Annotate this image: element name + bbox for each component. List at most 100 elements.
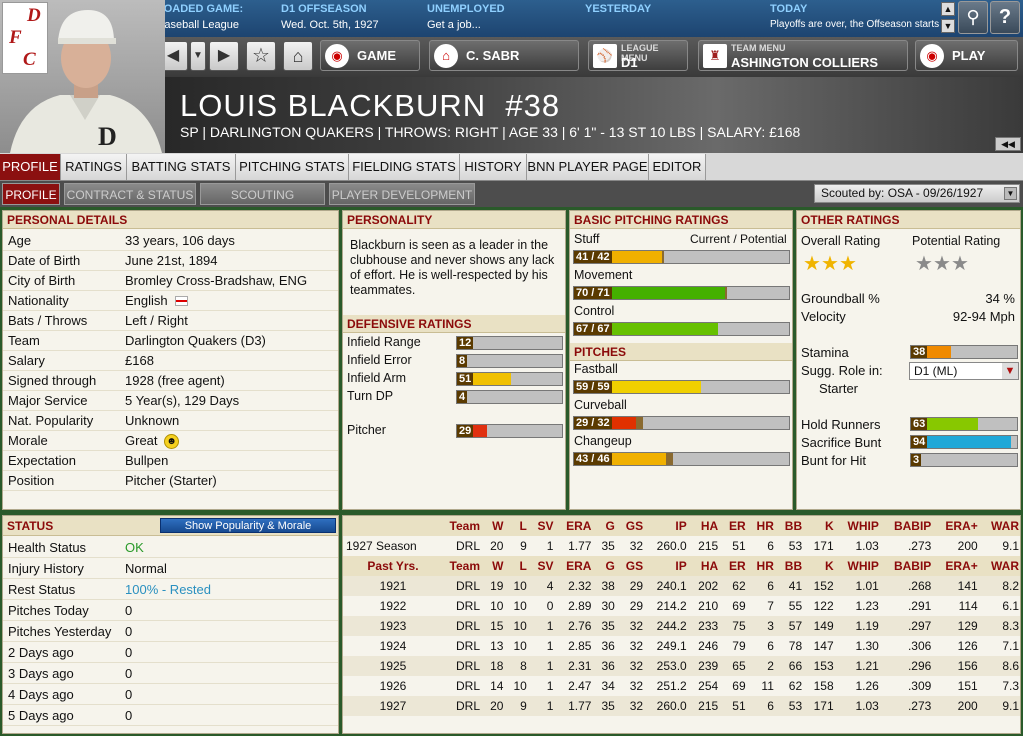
- stats-column-header[interactable]: SV: [530, 516, 557, 536]
- stats-column-header[interactable]: ER: [721, 516, 748, 536]
- detail-label: Salary: [8, 353, 45, 368]
- status-label: 5 Days ago: [8, 708, 74, 723]
- stats-cell: 20: [490, 699, 504, 713]
- stats-column-header[interactable]: WAR: [981, 516, 1020, 536]
- subtab-scouting-reports[interactable]: SCOUTING REPORTS: [200, 183, 325, 224]
- stats-column-header[interactable]: WHIP: [837, 516, 882, 536]
- defensive-rating-label: Infield Arm: [347, 371, 407, 385]
- stats-column-header[interactable]: WHIP: [837, 556, 882, 576]
- stats-cell: 32: [629, 639, 644, 653]
- stats-column-header[interactable]: IP: [646, 556, 690, 576]
- tab-history[interactable]: HISTORY: [460, 154, 527, 180]
- status-row: Pitches Yesterday 0: [3, 621, 338, 642]
- job-cell[interactable]: UNEMPLOYED Get a job...: [427, 0, 577, 37]
- tab-profile[interactable]: PROFILE: [0, 154, 61, 180]
- season-label: D1 OFFSEASON: [281, 3, 367, 15]
- stats-cell: 6: [767, 579, 774, 593]
- game-menu-button[interactable]: ◉ GAME: [320, 40, 420, 71]
- stats-column-header[interactable]: ERA+: [934, 516, 980, 536]
- stats-column-header[interactable]: W: [483, 556, 506, 576]
- status-row: 2 Days ago 0: [3, 642, 338, 663]
- tab-ratings[interactable]: RATINGS: [61, 154, 127, 180]
- stats-column-header[interactable]: Team: [443, 516, 483, 536]
- stats-column-header[interactable]: WAR: [981, 556, 1020, 576]
- stats-cell: 126: [957, 639, 978, 653]
- home-icon[interactable]: ⌂: [283, 41, 313, 71]
- stats-column-header[interactable]: GS: [618, 556, 646, 576]
- stats-column-header[interactable]: ER: [721, 556, 748, 576]
- hold-runners-label: Hold Runners: [801, 417, 881, 432]
- stats-cell: 10: [513, 679, 527, 693]
- detail-row: Major Service 5 Year(s), 129 Days: [3, 391, 338, 411]
- help-icon[interactable]: ?: [990, 1, 1020, 34]
- star-icon: ★: [951, 253, 969, 275]
- league-menu-button[interactable]: ⚾ LEAGUE MENU D1: [588, 40, 688, 71]
- stats-column-header[interactable]: IP: [646, 516, 690, 536]
- stats-column-header[interactable]: Team: [443, 556, 483, 576]
- forward-button[interactable]: ▶: [209, 41, 239, 71]
- subtab-profile[interactable]: PROFILE: [2, 183, 60, 205]
- stats-column-header[interactable]: ERA: [556, 516, 594, 536]
- history-dropdown-icon[interactable]: ▼: [190, 41, 206, 71]
- stats-cell: 2.76: [568, 619, 592, 633]
- show-popularity-morale-button[interactable]: Show Popularity & Morale: [160, 518, 336, 533]
- stats-column-header[interactable]: HR: [749, 556, 777, 576]
- play-button[interactable]: ◉ PLAY: [915, 40, 1018, 71]
- stats-column-header[interactable]: BABIP: [882, 516, 934, 536]
- suggested-role-label: Sugg. Role in:: [801, 363, 883, 378]
- stats-column-header[interactable]: BB: [777, 556, 805, 576]
- stats-cell: 233: [698, 619, 719, 633]
- today-cell[interactable]: TODAY Playoffs are over, the Offseason st…: [770, 0, 940, 37]
- stats-column-header[interactable]: HR: [749, 516, 777, 536]
- yesterday-cell[interactable]: YESTERDAY: [585, 0, 755, 37]
- scout-select[interactable]: Scouted by: OSA - 09/26/1927 ▼: [814, 184, 1020, 203]
- stats-column-header[interactable]: BABIP: [882, 556, 934, 576]
- stats-column-header[interactable]: L: [506, 516, 529, 536]
- defensive-rating-label: Infield Error: [347, 353, 412, 367]
- collapse-header-icon[interactable]: ◀◀: [995, 137, 1021, 151]
- stats-column-header[interactable]: K: [805, 516, 837, 536]
- manager-menu-button[interactable]: ⌂ C. SABR: [429, 40, 579, 71]
- tab-fielding-stats[interactable]: FIELDING STATS: [349, 154, 460, 180]
- baseball-icon: ◉: [325, 44, 349, 68]
- scroll-down-icon[interactable]: ▼: [941, 19, 955, 33]
- subtab-player-development[interactable]: PLAYER DEVELOPMENT: [329, 183, 475, 205]
- stats-column-header[interactable]: HA: [690, 516, 722, 536]
- season-cell[interactable]: D1 OFFSEASON Wed. Oct. 5th, 1927: [281, 0, 421, 37]
- role-league-select[interactable]: D1 (ML) ▼: [909, 362, 1019, 380]
- stats-column-header[interactable]: K: [805, 556, 837, 576]
- star-icon: ★: [915, 253, 933, 275]
- tab-editor[interactable]: EDITOR: [649, 154, 706, 180]
- stats-cell: 75: [732, 619, 746, 633]
- stats-column-header[interactable]: G: [594, 516, 617, 536]
- stats-cell: .268: [907, 579, 932, 593]
- stats-column-header[interactable]: GS: [618, 516, 646, 536]
- stats-cell: .297: [907, 619, 932, 633]
- search-icon[interactable]: ⚲: [958, 1, 988, 34]
- stats-column-header[interactable]: BB: [777, 516, 805, 536]
- defensive-rating-value: 4: [457, 391, 468, 403]
- stats-column-header[interactable]: W: [483, 516, 506, 536]
- scroll-up-icon[interactable]: ▲: [941, 2, 955, 16]
- team-menu-button[interactable]: ♜ TEAM MENU ASHINGTON COLLIERS: [698, 40, 908, 71]
- tab-batting-stats[interactable]: BATTING STATS: [127, 154, 236, 180]
- stats-column-header[interactable]: HA: [690, 556, 722, 576]
- stats-cell: 1: [546, 699, 554, 713]
- defensive-rating-label: Pitcher: [347, 423, 386, 437]
- stats-column-header[interactable]: ERA: [556, 556, 594, 576]
- tab-pitching-stats[interactable]: PITCHING STATS: [236, 154, 349, 180]
- tab-bnn-player-page[interactable]: BNN PLAYER PAGE: [527, 154, 649, 180]
- subtab-contract-status[interactable]: CONTRACT & STATUS: [64, 183, 196, 205]
- stats-column-header[interactable]: ERA+: [934, 556, 980, 576]
- stats-cell: 78: [788, 639, 803, 653]
- star-icon[interactable]: ☆: [246, 41, 276, 71]
- stats-cell: 1.01: [855, 579, 879, 593]
- stats-column-header[interactable]: SV: [530, 556, 557, 576]
- stats-cell: 8.2: [1002, 579, 1019, 593]
- sacrifice-bunt-value: 94: [911, 436, 928, 448]
- loaded-game-cell[interactable]: LOADED GAME: Baseball League: [157, 0, 277, 37]
- baseball-icon: ◉: [920, 44, 944, 68]
- stats-cell: DRL: [455, 599, 480, 613]
- stats-column-header[interactable]: G: [594, 556, 617, 576]
- stats-column-header[interactable]: L: [506, 556, 529, 576]
